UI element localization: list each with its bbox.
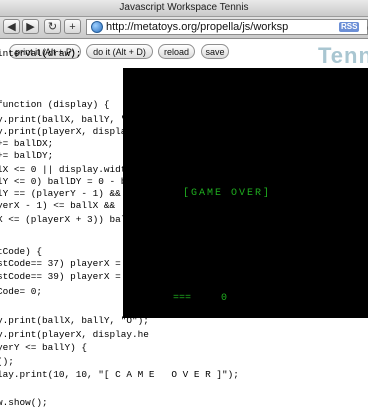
game-over-message: [GAME OVER] <box>183 188 272 199</box>
code-line: (); <box>0 356 14 367</box>
reload-page-button[interactable]: ↻ <box>44 19 61 34</box>
code-line: yerY <= ballY) { <box>0 342 88 353</box>
code-line: y.print(playerX, display.he <box>0 329 149 340</box>
forward-button[interactable]: ▶ <box>22 19 39 34</box>
plus-icon: + <box>69 21 76 33</box>
code-line: += ballDX; <box>0 138 54 149</box>
add-bookmark-button[interactable]: + <box>64 19 81 34</box>
save-button[interactable]: save <box>201 44 229 59</box>
code-line: tCode) { <box>0 246 43 257</box>
code-line: stCode== 37) playerX = ( <box>0 258 133 269</box>
code-line: lay.print(10, 10, "[ C A M E O V E R ]")… <box>0 369 239 380</box>
code-line: interval(draw); <box>0 48 82 59</box>
paddle-score-row: === 0 <box>173 293 227 304</box>
code-line: X <= (playerX + 3)) ballDY <box>0 214 144 225</box>
score: 0 <box>221 293 228 304</box>
address-bar[interactable]: http://metatoys.org/propella/js/worksp R… <box>86 19 368 35</box>
code-line: w.show(); <box>0 397 48 408</box>
game-display[interactable]: [GAME OVER] === 0 <box>123 68 368 318</box>
globe-icon <box>91 21 103 33</box>
address-url[interactable]: http://metatoys.org/propella/js/worksp <box>106 20 288 34</box>
window-title: Javascript Workspace Tennis <box>119 2 249 13</box>
browser-toolbar: ◀ ▶ ↻ + http://metatoys.org/propella/js/… <box>0 17 368 39</box>
rss-badge[interactable]: RSS <box>339 22 360 32</box>
code-line: Code= 0; <box>0 286 43 297</box>
code-line: stCode== 39) playerX = ( <box>0 271 133 282</box>
code-line: += ballDY; <box>0 150 54 161</box>
page-content: print it (Alt + P) do it (Alt + D) reloa… <box>0 39 368 408</box>
do-it-button[interactable]: do it (Alt + D) <box>86 44 153 59</box>
reload-icon: ↻ <box>47 21 58 33</box>
paddle: === <box>173 293 192 304</box>
window-titlebar: Javascript Workspace Tennis <box>0 0 368 17</box>
code-line: yerX - 1) <= ballX && <box>0 200 116 211</box>
code-line: lY <= 0) ballDY = 0 - ball <box>0 176 144 187</box>
back-icon: ◀ <box>7 21 16 33</box>
code-line: lX <= 0 || display.width < <box>0 164 144 175</box>
code-line: function (display) { <box>0 99 110 110</box>
code-line: lY == (playerY - 1) && <box>0 188 121 199</box>
back-button[interactable]: ◀ <box>3 19 20 34</box>
reload-button[interactable]: reload <box>158 44 195 59</box>
forward-icon: ▶ <box>26 21 35 33</box>
